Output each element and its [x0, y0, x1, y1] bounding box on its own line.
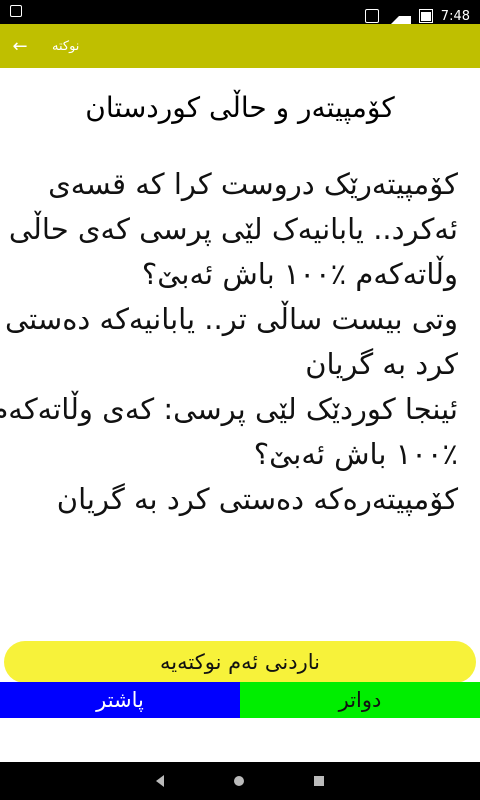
system-navigation-bar [0, 762, 480, 800]
joke-line: وڵاتەکەم ٪١٠٠ باش ئەبێ؟ [141, 257, 458, 291]
joke-line: کۆمپیتەرێک دروست کرا کە قسەی [48, 167, 458, 201]
status-bar: 7:48 [0, 0, 480, 28]
notification-icon [10, 5, 22, 17]
system-home-icon[interactable] [234, 776, 244, 786]
previous-button[interactable]: پاشتر [0, 682, 240, 718]
joke-line: کۆمپیتەرەکە دەستی کرد بە گریان [56, 482, 458, 516]
system-back-icon[interactable] [156, 775, 164, 787]
joke-line: وتی بیست ساڵی تر.. یابانیەکە دەستی [4, 302, 458, 336]
app-toolbar: ← نوکتە [0, 24, 480, 68]
joke-navigation: پاشتر دواتر [0, 682, 480, 718]
joke-line: کرد بە گریان [305, 347, 458, 381]
joke-content: کۆمپیتەر و حاڵی کوردستان کۆمپیتەرێک دروس… [0, 68, 480, 638]
joke-line: ئینجا کوردێک لێی پرسی: کەی وڵاتەکەم [0, 392, 458, 426]
mute-icon [364, 9, 379, 23]
joke-line: ئەکرد.. یابانیەک لێی پرسی کەی حاڵی [8, 212, 458, 246]
back-button[interactable]: ← [0, 24, 40, 68]
toolbar-title: نوکتە [52, 38, 80, 54]
system-recent-apps-icon[interactable] [314, 776, 324, 786]
send-joke-button[interactable]: ناردنی ئەم نوکتەیە [4, 641, 476, 683]
joke-line: ٪١٠٠ باش ئەبێ؟ [253, 437, 458, 471]
back-arrow-icon: ← [12, 35, 28, 57]
battery-icon [418, 9, 433, 23]
joke-text: کۆمپیتەرێک دروست کرا کە قسەی ئەکرد.. یاب… [0, 162, 458, 522]
next-button[interactable]: دواتر [240, 682, 480, 718]
status-time: 7:48 [440, 8, 470, 24]
joke-title: کۆمپیتەر و حاڵی کوردستان [85, 91, 395, 124]
